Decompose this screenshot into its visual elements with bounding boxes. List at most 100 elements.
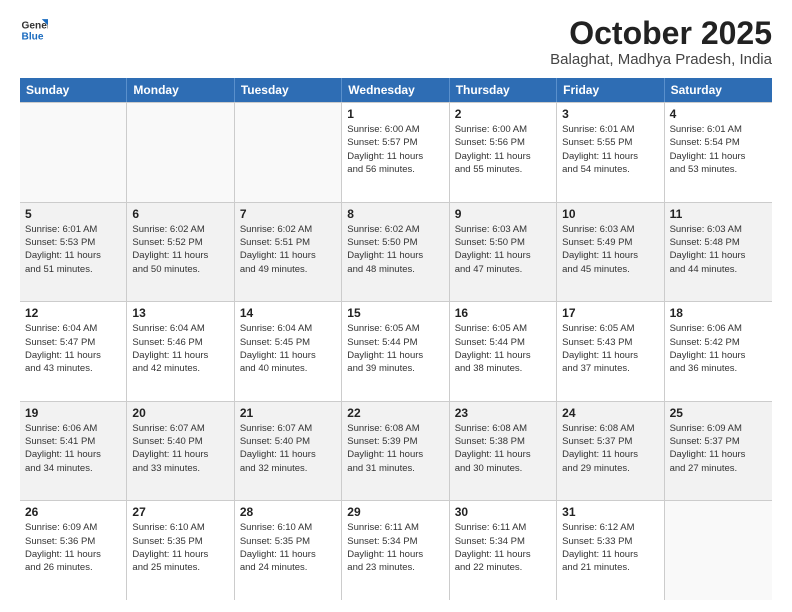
header-wednesday: Wednesday	[342, 78, 449, 102]
empty-cell	[20, 103, 127, 202]
day-info: Sunrise: 6:05 AM Sunset: 5:44 PM Dayligh…	[347, 322, 443, 375]
day-info: Sunrise: 6:10 AM Sunset: 5:35 PM Dayligh…	[132, 521, 228, 574]
day-info: Sunrise: 6:02 AM Sunset: 5:52 PM Dayligh…	[132, 223, 228, 276]
header-saturday: Saturday	[665, 78, 772, 102]
day-info: Sunrise: 6:05 AM Sunset: 5:43 PM Dayligh…	[562, 322, 658, 375]
day-cell-5: 5 Sunrise: 6:01 AM Sunset: 5:53 PM Daylig…	[20, 203, 127, 302]
day-cell-2: 2 Sunrise: 6:00 AM Sunset: 5:56 PM Daylig…	[450, 103, 557, 202]
day-cell-24: 24 Sunrise: 6:08 AM Sunset: 5:37 PM Dayli…	[557, 402, 664, 501]
day-info: Sunrise: 6:08 AM Sunset: 5:37 PM Dayligh…	[562, 422, 658, 475]
day-number: 24	[562, 406, 658, 420]
day-number: 16	[455, 306, 551, 320]
location: Balaghat, Madhya Pradesh, India	[550, 51, 772, 68]
week-row-4: 19Sunrise: 6:06 AM Sunset: 5:41 PM Dayli…	[20, 401, 772, 501]
day-info: Sunrise: 6:02 AM Sunset: 5:51 PM Dayligh…	[240, 223, 336, 276]
header-sunday: Sunday	[20, 78, 127, 102]
day-cell-10: 10Sunrise: 6:03 AM Sunset: 5:49 PM Dayli…	[557, 203, 664, 302]
day-info: Sunrise: 6:07 AM Sunset: 5:40 PM Dayligh…	[240, 422, 336, 475]
day-number: 17	[562, 306, 658, 320]
calendar-header: Sunday Monday Tuesday Wednesday Thursday…	[20, 78, 772, 102]
day-info: Sunrise: 6:11 AM Sunset: 5:34 PM Dayligh…	[455, 521, 551, 574]
day-number: 3	[562, 107, 658, 121]
day-cell-23: 23 Sunrise: 6:08 AM Sunset: 5:38 PM Dayli…	[450, 402, 557, 501]
day-info: Sunrise: 6:07 AM Sunset: 5:40 PM Dayligh…	[132, 422, 228, 475]
header-monday: Monday	[127, 78, 234, 102]
day-info: Sunrise: 6:08 AM Sunset: 5:38 PM Dayligh…	[455, 422, 551, 475]
day-info: Sunrise: 6:00 AM Sunset: 5:56 PM Dayligh…	[455, 123, 551, 176]
day-cell-19: 19Sunrise: 6:06 AM Sunset: 5:41 PM Dayli…	[20, 402, 127, 501]
day-info: Sunrise: 6:05 AM Sunset: 5:44 PM Dayligh…	[455, 322, 551, 375]
day-number: 15	[347, 306, 443, 320]
day-cell-6: 6 Sunrise: 6:02 AM Sunset: 5:52 PM Daylig…	[127, 203, 234, 302]
day-number: 7	[240, 207, 336, 221]
day-cell-14: 14Sunrise: 6:04 AM Sunset: 5:45 PM Dayli…	[235, 302, 342, 401]
day-number: 28	[240, 505, 336, 519]
day-info: Sunrise: 6:00 AM Sunset: 5:57 PM Dayligh…	[347, 123, 443, 176]
day-info: Sunrise: 6:10 AM Sunset: 5:35 PM Dayligh…	[240, 521, 336, 574]
day-number: 1	[347, 107, 443, 121]
day-number: 21	[240, 406, 336, 420]
day-cell-11: 11 Sunrise: 6:03 AM Sunset: 5:48 PM Dayli…	[665, 203, 772, 302]
day-cell-13: 13Sunrise: 6:04 AM Sunset: 5:46 PM Dayli…	[127, 302, 234, 401]
day-number: 12	[25, 306, 121, 320]
day-cell-26: 26Sunrise: 6:09 AM Sunset: 5:36 PM Dayli…	[20, 501, 127, 600]
day-number: 5	[25, 207, 121, 221]
day-cell-20: 20 Sunrise: 6:07 AM Sunset: 5:40 PM Dayli…	[127, 402, 234, 501]
day-info: Sunrise: 6:03 AM Sunset: 5:49 PM Dayligh…	[562, 223, 658, 276]
day-cell-28: 28 Sunrise: 6:10 AM Sunset: 5:35 PM Dayli…	[235, 501, 342, 600]
day-info: Sunrise: 6:04 AM Sunset: 5:46 PM Dayligh…	[132, 322, 228, 375]
day-info: Sunrise: 6:08 AM Sunset: 5:39 PM Dayligh…	[347, 422, 443, 475]
day-info: Sunrise: 6:06 AM Sunset: 5:41 PM Dayligh…	[25, 422, 121, 475]
day-number: 4	[670, 107, 767, 121]
day-cell-21: 21 Sunrise: 6:07 AM Sunset: 5:40 PM Dayli…	[235, 402, 342, 501]
day-number: 25	[670, 406, 767, 420]
day-cell-29: 29Sunrise: 6:11 AM Sunset: 5:34 PM Dayli…	[342, 501, 449, 600]
empty-cell	[127, 103, 234, 202]
day-cell-8: 8 Sunrise: 6:02 AM Sunset: 5:50 PM Daylig…	[342, 203, 449, 302]
day-info: Sunrise: 6:06 AM Sunset: 5:42 PM Dayligh…	[670, 322, 767, 375]
title-block: October 2025 Balaghat, Madhya Pradesh, I…	[550, 16, 772, 68]
day-cell-18: 18 Sunrise: 6:06 AM Sunset: 5:42 PM Dayli…	[665, 302, 772, 401]
month-title: October 2025	[550, 16, 772, 51]
day-number: 8	[347, 207, 443, 221]
empty-cell	[665, 501, 772, 600]
week-row-2: 5 Sunrise: 6:01 AM Sunset: 5:53 PM Daylig…	[20, 202, 772, 302]
day-number: 26	[25, 505, 121, 519]
day-info: Sunrise: 6:11 AM Sunset: 5:34 PM Dayligh…	[347, 521, 443, 574]
empty-cell	[235, 103, 342, 202]
day-cell-9: 9Sunrise: 6:03 AM Sunset: 5:50 PM Daylig…	[450, 203, 557, 302]
calendar-body: 1 Sunrise: 6:00 AM Sunset: 5:57 PM Daylig…	[20, 102, 772, 600]
day-cell-3: 3 Sunrise: 6:01 AM Sunset: 5:55 PM Daylig…	[557, 103, 664, 202]
day-info: Sunrise: 6:01 AM Sunset: 5:53 PM Dayligh…	[25, 223, 121, 276]
day-number: 6	[132, 207, 228, 221]
day-info: Sunrise: 6:02 AM Sunset: 5:50 PM Dayligh…	[347, 223, 443, 276]
day-info: Sunrise: 6:09 AM Sunset: 5:37 PM Dayligh…	[670, 422, 767, 475]
header-tuesday: Tuesday	[235, 78, 342, 102]
day-number: 23	[455, 406, 551, 420]
day-cell-17: 17 Sunrise: 6:05 AM Sunset: 5:43 PM Dayli…	[557, 302, 664, 401]
header-thursday: Thursday	[450, 78, 557, 102]
day-info: Sunrise: 6:01 AM Sunset: 5:54 PM Dayligh…	[670, 123, 767, 176]
day-number: 20	[132, 406, 228, 420]
day-number: 30	[455, 505, 551, 519]
day-number: 27	[132, 505, 228, 519]
day-number: 11	[670, 207, 767, 221]
day-info: Sunrise: 6:01 AM Sunset: 5:55 PM Dayligh…	[562, 123, 658, 176]
header-friday: Friday	[557, 78, 664, 102]
day-cell-30: 30 Sunrise: 6:11 AM Sunset: 5:34 PM Dayli…	[450, 501, 557, 600]
day-cell-27: 27 Sunrise: 6:10 AM Sunset: 5:35 PM Dayli…	[127, 501, 234, 600]
day-cell-4: 4 Sunrise: 6:01 AM Sunset: 5:54 PM Daylig…	[665, 103, 772, 202]
logo: General Blue	[20, 16, 50, 44]
svg-text:Blue: Blue	[22, 31, 44, 42]
logo-icon: General Blue	[20, 16, 48, 44]
day-number: 18	[670, 306, 767, 320]
day-number: 2	[455, 107, 551, 121]
day-number: 31	[562, 505, 658, 519]
week-row-3: 12Sunrise: 6:04 AM Sunset: 5:47 PM Dayli…	[20, 301, 772, 401]
day-cell-25: 25 Sunrise: 6:09 AM Sunset: 5:37 PM Dayli…	[665, 402, 772, 501]
day-cell-15: 15 Sunrise: 6:05 AM Sunset: 5:44 PM Dayli…	[342, 302, 449, 401]
svg-text:General: General	[22, 20, 48, 31]
day-info: Sunrise: 6:03 AM Sunset: 5:48 PM Dayligh…	[670, 223, 767, 276]
page: General Blue October 2025 Balaghat, Madh…	[0, 0, 792, 612]
day-number: 14	[240, 306, 336, 320]
